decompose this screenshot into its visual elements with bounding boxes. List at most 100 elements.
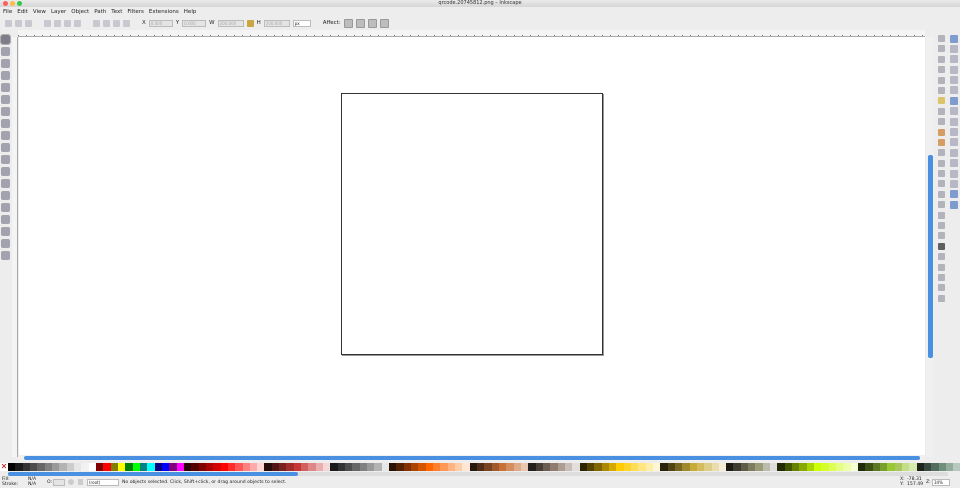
color-swatch[interactable] (227, 463, 236, 471)
color-swatch[interactable] (191, 463, 199, 471)
snap-cusp-nodes-icon[interactable] (950, 128, 958, 137)
color-swatch[interactable] (440, 463, 448, 471)
color-swatch[interactable] (799, 463, 807, 471)
text-font-icon[interactable] (938, 242, 945, 250)
color-swatch[interactable] (433, 463, 441, 471)
color-swatch[interactable] (308, 463, 316, 471)
align-distribute-icon[interactable] (938, 273, 945, 281)
palette-scrollbar-thumb[interactable] (8, 472, 298, 476)
affect-stroke-width-toggle[interactable] (343, 18, 353, 28)
zoom-selection-icon[interactable] (938, 149, 945, 157)
color-swatch[interactable] (132, 463, 140, 471)
color-swatch[interactable] (249, 463, 258, 471)
color-swatch[interactable] (843, 463, 851, 471)
color-swatch[interactable] (425, 463, 434, 471)
no-color-swatch[interactable]: ✕ (0, 463, 8, 471)
color-swatch[interactable] (257, 463, 265, 471)
x-input[interactable]: 0.000 (148, 19, 173, 27)
menu-file[interactable]: File (3, 7, 12, 17)
color-swatch[interactable] (139, 463, 148, 471)
affect-patterns-toggle[interactable] (379, 18, 389, 28)
ellipse-tool-icon[interactable] (1, 107, 10, 116)
flip-horizontal-icon[interactable] (64, 19, 71, 27)
snap-midpoints-icon[interactable] (950, 148, 958, 157)
tweak-tool-icon[interactable] (1, 59, 10, 68)
color-swatch[interactable] (242, 463, 250, 471)
horizontal-scrollbar-thumb[interactable] (24, 456, 920, 460)
color-swatch[interactable] (542, 463, 551, 471)
snap-page-border-icon[interactable] (950, 179, 958, 188)
color-swatch[interactable] (286, 463, 294, 471)
color-swatch[interactable] (323, 463, 331, 471)
color-swatch[interactable] (894, 463, 903, 471)
color-swatch[interactable] (411, 463, 419, 471)
color-swatch[interactable] (44, 463, 52, 471)
color-swatch[interactable] (645, 463, 653, 471)
dropper-tool-icon[interactable] (1, 239, 10, 248)
color-swatch[interactable] (330, 463, 338, 471)
color-swatch[interactable] (103, 463, 111, 471)
zoom-drawing-icon[interactable] (938, 159, 945, 167)
rectangle-tool-icon[interactable] (1, 83, 10, 92)
color-swatch[interactable] (447, 463, 456, 471)
color-swatch[interactable] (806, 463, 815, 471)
color-swatch[interactable] (176, 463, 184, 471)
color-swatch[interactable] (59, 463, 67, 471)
redo-icon[interactable] (938, 107, 945, 115)
color-swatch[interactable] (821, 463, 829, 471)
vertical-scrollbar-thumb[interactable] (928, 155, 933, 358)
color-swatch[interactable] (271, 463, 280, 471)
snap-bbox-midpoint-icon[interactable] (950, 76, 958, 85)
color-swatch[interactable] (535, 463, 543, 471)
color-swatch[interactable] (367, 463, 375, 471)
color-swatch[interactable] (564, 463, 573, 471)
height-input[interactable]: 200.000 (263, 19, 290, 27)
color-swatch[interactable] (924, 463, 932, 471)
select-all-layers-icon[interactable] (15, 19, 22, 27)
preferences-icon[interactable] (938, 284, 945, 292)
color-swatch[interactable] (718, 463, 727, 471)
color-swatch[interactable] (601, 463, 609, 471)
color-swatch[interactable] (557, 463, 565, 471)
text-tool-icon[interactable] (1, 179, 10, 188)
3d-box-tool-icon[interactable] (1, 95, 10, 104)
color-swatch[interactable] (374, 463, 382, 471)
color-swatch[interactable] (858, 463, 866, 471)
eraser-tool-icon[interactable] (1, 203, 10, 212)
color-swatch[interactable] (264, 463, 272, 471)
calligraphy-tool-icon[interactable] (1, 167, 10, 176)
raise-icon[interactable] (103, 19, 110, 27)
raise-to-top-icon[interactable] (93, 19, 100, 27)
color-swatch[interactable] (381, 463, 390, 471)
clone-icon[interactable] (938, 190, 945, 198)
color-swatch[interactable] (594, 463, 602, 471)
color-swatch[interactable] (572, 463, 580, 471)
color-swatch[interactable] (616, 463, 624, 471)
color-swatch[interactable] (770, 463, 778, 471)
color-swatch[interactable] (213, 463, 221, 471)
color-swatch[interactable] (37, 463, 45, 471)
color-swatch[interactable] (865, 463, 873, 471)
color-swatch[interactable] (872, 463, 881, 471)
lower-icon[interactable] (113, 19, 120, 27)
color-swatch[interactable] (29, 463, 38, 471)
gradient-tool-icon[interactable] (1, 227, 10, 236)
color-swatch[interactable] (938, 463, 946, 471)
snap-bbox-corner-icon[interactable] (950, 65, 958, 74)
layer-select[interactable]: (root) (87, 479, 119, 486)
paint-bucket-tool-icon[interactable] (1, 215, 10, 224)
color-swatch[interactable] (726, 463, 734, 471)
opacity-input[interactable] (53, 479, 65, 486)
color-swatch[interactable] (81, 463, 89, 471)
color-swatch[interactable] (814, 463, 822, 471)
color-swatch[interactable] (652, 463, 661, 471)
star-tool-icon[interactable] (1, 119, 10, 128)
visibility-icon[interactable] (68, 479, 74, 485)
color-swatch[interactable] (15, 463, 23, 471)
menu-help[interactable]: Help (184, 7, 197, 17)
duplicate-icon[interactable] (938, 180, 945, 188)
layers-icon[interactable] (938, 253, 945, 261)
pen-tool-icon[interactable] (1, 155, 10, 164)
color-swatch[interactable] (513, 463, 521, 471)
new-document-icon[interactable] (938, 35, 945, 42)
